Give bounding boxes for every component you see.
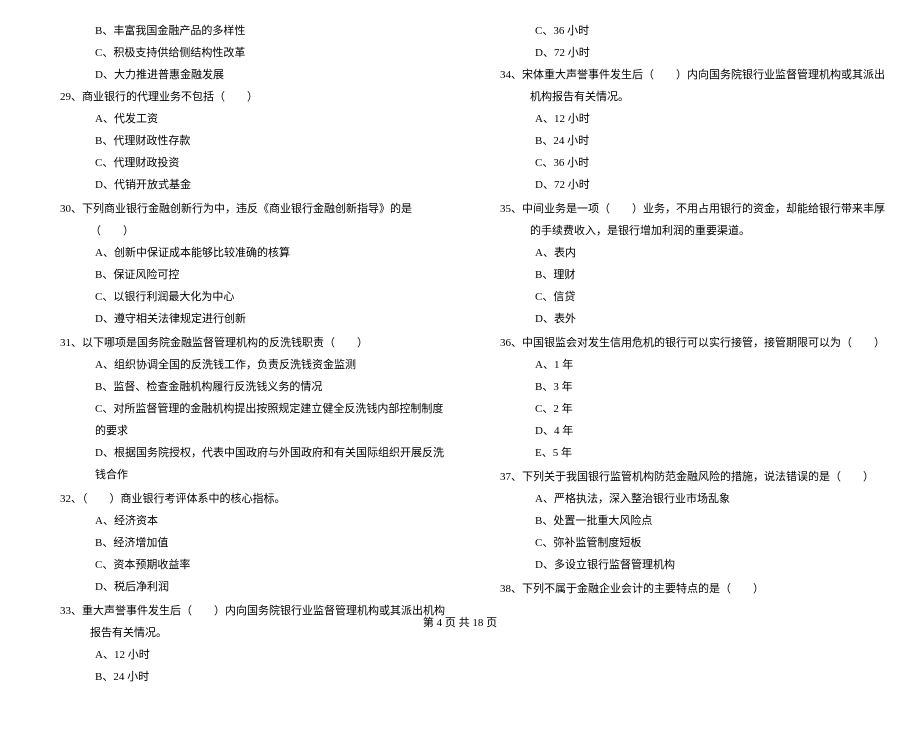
option-text: B、保证风险可控 <box>30 264 450 286</box>
question-text: 36、中国银监会对发生信用危机的银行可以实行接管，接管期限可以为（ ） <box>500 332 890 354</box>
option-text: C、2 年 <box>470 398 890 420</box>
option-text: C、以银行利润最大化为中心 <box>30 286 450 308</box>
option-text: D、多设立银行监督管理机构 <box>470 554 890 576</box>
option-text: B、24 小时 <box>470 130 890 152</box>
question-36: 36、中国银监会对发生信用危机的银行可以实行接管，接管期限可以为（ ） A、1 … <box>470 332 890 464</box>
option-text: A、组织协调全国的反洗钱工作，负责反洗钱资金监测 <box>30 354 450 376</box>
option-text: C、弥补监管制度短板 <box>470 532 890 554</box>
page-footer: 第 4 页 共 18 页 <box>0 614 920 630</box>
question-text: 38、下列不属于金融企业会计的主要特点的是（ ） <box>500 578 890 600</box>
left-column: B、丰富我国金融产品的多样性 C、积极支持供给侧结构性改革 D、大力推进普惠金融… <box>30 20 450 690</box>
option-text: B、代理财政性存款 <box>30 130 450 152</box>
question-37: 37、下列关于我国银行监管机构防范金融风险的措施，说法错误的是（ ） A、严格执… <box>470 466 890 576</box>
question-text: 34、宋体重大声誉事件发生后（ ）内向国务院银行业监督管理机构或其派出机构报告有… <box>500 64 890 108</box>
option-text: B、理财 <box>470 264 890 286</box>
option-text: C、信贷 <box>470 286 890 308</box>
question-text: 29、商业银行的代理业务不包括（ ） <box>60 86 450 108</box>
question-38: 38、下列不属于金融企业会计的主要特点的是（ ） <box>470 578 890 600</box>
option-text: E、5 年 <box>470 442 890 464</box>
option-text: A、代发工资 <box>30 108 450 130</box>
question-text: 35、中间业务是一项（ ）业务，不用占用银行的资金，却能给银行带来丰厚的手续费收… <box>500 198 890 242</box>
option-text: C、36 小时 <box>470 152 890 174</box>
option-text: A、1 年 <box>470 354 890 376</box>
question-text: 31、以下哪项是国务院金融监督管理机构的反洗钱职责（ ） <box>60 332 450 354</box>
option-text: D、根据国务院授权，代表中国政府与外国政府和有关国际组织开展反洗钱合作 <box>30 442 450 486</box>
question-31: 31、以下哪项是国务院金融监督管理机构的反洗钱职责（ ） A、组织协调全国的反洗… <box>30 332 450 486</box>
option-text: A、12 小时 <box>470 108 890 130</box>
right-column: C、36 小时 D、72 小时 34、宋体重大声誉事件发生后（ ）内向国务院银行… <box>470 20 890 690</box>
option-text: B、处置一批重大风险点 <box>470 510 890 532</box>
question-text: 32、（ ）商业银行考评体系中的核心指标。 <box>60 488 450 510</box>
question-35: 35、中间业务是一项（ ）业务，不用占用银行的资金，却能给银行带来丰厚的手续费收… <box>470 198 890 330</box>
option-text: D、大力推进普惠金融发展 <box>30 64 450 86</box>
question-text: 30、下列商业银行金融创新行为中，违反《商业银行金融创新指导》的是（ ） <box>60 198 450 242</box>
question-29: 29、商业银行的代理业务不包括（ ） A、代发工资 B、代理财政性存款 C、代理… <box>30 86 450 196</box>
question-32: 32、（ ）商业银行考评体系中的核心指标。 A、经济资本 B、经济增加值 C、资… <box>30 488 450 598</box>
option-text: C、积极支持供给侧结构性改革 <box>30 42 450 64</box>
option-text: B、24 小时 <box>30 666 450 688</box>
option-text: D、代销开放式基金 <box>30 174 450 196</box>
option-text: D、4 年 <box>470 420 890 442</box>
question-34: 34、宋体重大声誉事件发生后（ ）内向国务院银行业监督管理机构或其派出机构报告有… <box>470 64 890 196</box>
option-text: C、代理财政投资 <box>30 152 450 174</box>
option-text: B、经济增加值 <box>30 532 450 554</box>
option-text: A、严格执法，深入整治银行业市场乱象 <box>470 488 890 510</box>
option-text: D、税后净利润 <box>30 576 450 598</box>
option-text: B、3 年 <box>470 376 890 398</box>
option-text: B、监督、检查金融机构履行反洗钱义务的情况 <box>30 376 450 398</box>
option-text: C、资本预期收益率 <box>30 554 450 576</box>
option-text: A、经济资本 <box>30 510 450 532</box>
option-text: A、创新中保证成本能够比较准确的核算 <box>30 242 450 264</box>
option-text: D、72 小时 <box>470 174 890 196</box>
option-text: A、表内 <box>470 242 890 264</box>
option-text: C、对所监督管理的金融机构提出按照规定建立健全反洗钱内部控制制度的要求 <box>30 398 450 442</box>
option-text: D、72 小时 <box>470 42 890 64</box>
question-30: 30、下列商业银行金融创新行为中，违反《商业银行金融创新指导》的是（ ） A、创… <box>30 198 450 330</box>
option-text: C、36 小时 <box>470 20 890 42</box>
option-text: B、丰富我国金融产品的多样性 <box>30 20 450 42</box>
question-text: 37、下列关于我国银行监管机构防范金融风险的措施，说法错误的是（ ） <box>500 466 890 488</box>
option-text: D、表外 <box>470 308 890 330</box>
option-text: A、12 小时 <box>30 644 450 666</box>
option-text: D、遵守相关法律规定进行创新 <box>30 308 450 330</box>
